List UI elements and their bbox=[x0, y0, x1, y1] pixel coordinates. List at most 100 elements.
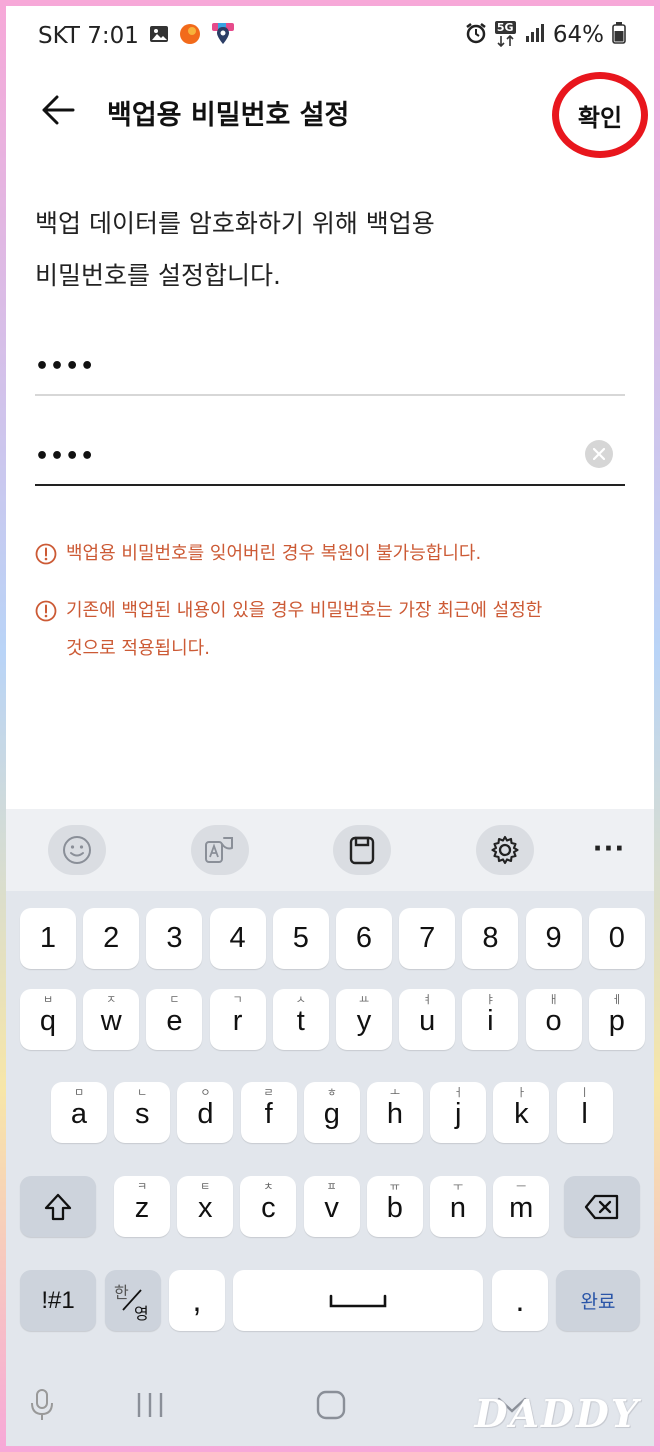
key-label: 8 bbox=[482, 922, 499, 954]
password-confirm-input[interactable]: •••• bbox=[35, 436, 625, 486]
key[interactable]: ㅗh bbox=[367, 1082, 423, 1143]
key[interactable]: ㅋz bbox=[114, 1176, 170, 1237]
key[interactable]: ㅎg bbox=[303, 1082, 360, 1143]
key[interactable]: ㅍv bbox=[303, 1176, 360, 1237]
translate-icon bbox=[205, 837, 233, 863]
key[interactable]: 2 bbox=[83, 908, 140, 969]
key-hint: ㅗ bbox=[389, 1087, 401, 1099]
warning-text-line-1: 기존에 백업된 내용이 있을 경우 비밀번호는 가장 최근에 설정한 bbox=[66, 600, 543, 621]
key-label: n bbox=[449, 1192, 467, 1224]
key-label: m bbox=[509, 1192, 534, 1224]
key-label: 9 bbox=[545, 922, 562, 954]
key[interactable]: ㅜn bbox=[430, 1176, 486, 1237]
period-key[interactable]: . bbox=[492, 1270, 548, 1331]
key[interactable]: ㄱr bbox=[209, 989, 266, 1050]
clipboard-icon bbox=[349, 836, 375, 865]
recent-apps-icon bbox=[137, 1393, 163, 1417]
key-label: 0 bbox=[608, 922, 625, 954]
key[interactable]: 1 bbox=[20, 908, 76, 969]
key[interactable]: ㄷe bbox=[146, 989, 203, 1050]
key-hint: ㄷ bbox=[169, 994, 180, 1006]
close-icon bbox=[593, 448, 605, 460]
key[interactable]: 5 bbox=[272, 908, 329, 969]
home-icon bbox=[316, 1390, 346, 1420]
comma-key[interactable]: , bbox=[169, 1270, 225, 1331]
keyboard: ··· !#1 한 영 , . 완료 DADDY 1 2 3 4 5 6 7 8… bbox=[6, 809, 654, 1446]
key-label: 4 bbox=[229, 922, 246, 954]
clipboard-button[interactable] bbox=[333, 825, 391, 875]
key-label: e bbox=[166, 1005, 183, 1037]
key[interactable]: ㅣl bbox=[556, 1082, 613, 1143]
language-switch-key[interactable]: 한 영 bbox=[105, 1270, 161, 1331]
page-title: 백업용 비밀번호 설정 bbox=[107, 100, 350, 131]
key-label: f bbox=[264, 1098, 273, 1130]
back-button[interactable] bbox=[34, 86, 82, 134]
key-label: 3 bbox=[166, 922, 183, 954]
password-input[interactable]: •••• bbox=[35, 346, 625, 396]
status-bar: SKT 7:01 5G 64% bbox=[6, 6, 654, 66]
key[interactable]: 3 bbox=[146, 908, 203, 969]
key[interactable]: ㅓj bbox=[430, 1082, 487, 1143]
key-hint: ㄹ bbox=[263, 1087, 274, 1099]
key-hint: ㅅ bbox=[295, 994, 306, 1006]
alert-circle-icon bbox=[35, 600, 57, 622]
shift-key[interactable] bbox=[20, 1176, 96, 1237]
key[interactable]: ㅠb bbox=[366, 1176, 423, 1237]
key[interactable]: ㅔp bbox=[588, 989, 645, 1050]
alarm-icon bbox=[465, 22, 487, 48]
emoji-button[interactable] bbox=[48, 825, 106, 875]
key[interactable]: 8 bbox=[462, 908, 519, 969]
key-hint: ㅜ bbox=[452, 1181, 464, 1193]
key[interactable]: 0 bbox=[588, 908, 645, 969]
key-label: o bbox=[545, 1005, 562, 1037]
key[interactable]: ㅏk bbox=[493, 1082, 550, 1143]
key[interactable]: ㅊc bbox=[240, 1176, 297, 1237]
voice-input-button[interactable] bbox=[24, 1385, 60, 1425]
key[interactable]: ㅡm bbox=[493, 1176, 550, 1237]
more-options-button[interactable]: ··· bbox=[584, 831, 634, 867]
key[interactable]: ㅇd bbox=[177, 1082, 234, 1143]
recent-apps-button[interactable] bbox=[130, 1385, 170, 1425]
space-key[interactable] bbox=[233, 1270, 483, 1331]
password-value: •••• bbox=[35, 354, 96, 379]
clear-input-button[interactable] bbox=[585, 440, 613, 468]
key[interactable]: 4 bbox=[209, 908, 266, 969]
key-hint: ㅛ bbox=[358, 994, 370, 1006]
emoji-icon bbox=[63, 836, 91, 864]
key[interactable]: ㅕu bbox=[399, 989, 456, 1050]
key[interactable]: 6 bbox=[336, 908, 392, 969]
gear-icon bbox=[491, 835, 519, 865]
status-time: SKT 7:01 bbox=[38, 23, 139, 49]
key-hint: ㅕ bbox=[422, 994, 433, 1006]
key-label: j bbox=[454, 1098, 462, 1130]
key-hint: ㅐ bbox=[548, 994, 559, 1006]
network-5g-icon: 5G bbox=[494, 21, 517, 47]
symbols-key[interactable]: !#1 bbox=[20, 1270, 96, 1331]
backspace-key[interactable] bbox=[564, 1176, 640, 1237]
home-button[interactable] bbox=[311, 1385, 351, 1425]
key[interactable]: ㄴs bbox=[114, 1082, 171, 1143]
navigation-bar: DADDY bbox=[6, 1365, 654, 1445]
key[interactable]: ㅐo bbox=[525, 989, 582, 1050]
keyboard-settings-button[interactable] bbox=[476, 825, 534, 875]
key-label: b bbox=[386, 1192, 403, 1224]
key[interactable]: ㅌx bbox=[177, 1176, 234, 1237]
confirm-button[interactable]: 확인 bbox=[578, 98, 622, 133]
key[interactable]: ㅛy bbox=[336, 989, 392, 1050]
key-label: a bbox=[70, 1098, 88, 1130]
key[interactable]: ㅈw bbox=[83, 989, 140, 1050]
key[interactable]: ㅁa bbox=[51, 1082, 107, 1143]
key-label: c bbox=[261, 1192, 276, 1224]
key[interactable]: ㅑi bbox=[462, 989, 519, 1050]
key[interactable]: ㅂq bbox=[20, 989, 76, 1050]
key[interactable]: 9 bbox=[525, 908, 582, 969]
alert-circle-icon bbox=[35, 543, 57, 565]
key[interactable]: ㅅt bbox=[272, 989, 329, 1050]
key-label: k bbox=[514, 1098, 529, 1130]
key[interactable]: 7 bbox=[399, 908, 456, 969]
translate-button[interactable] bbox=[191, 825, 249, 875]
done-key[interactable]: 완료 bbox=[556, 1270, 640, 1331]
key-label: v bbox=[324, 1192, 339, 1224]
key[interactable]: ㄹf bbox=[240, 1082, 297, 1143]
key-hint: ㄴ bbox=[137, 1087, 148, 1099]
